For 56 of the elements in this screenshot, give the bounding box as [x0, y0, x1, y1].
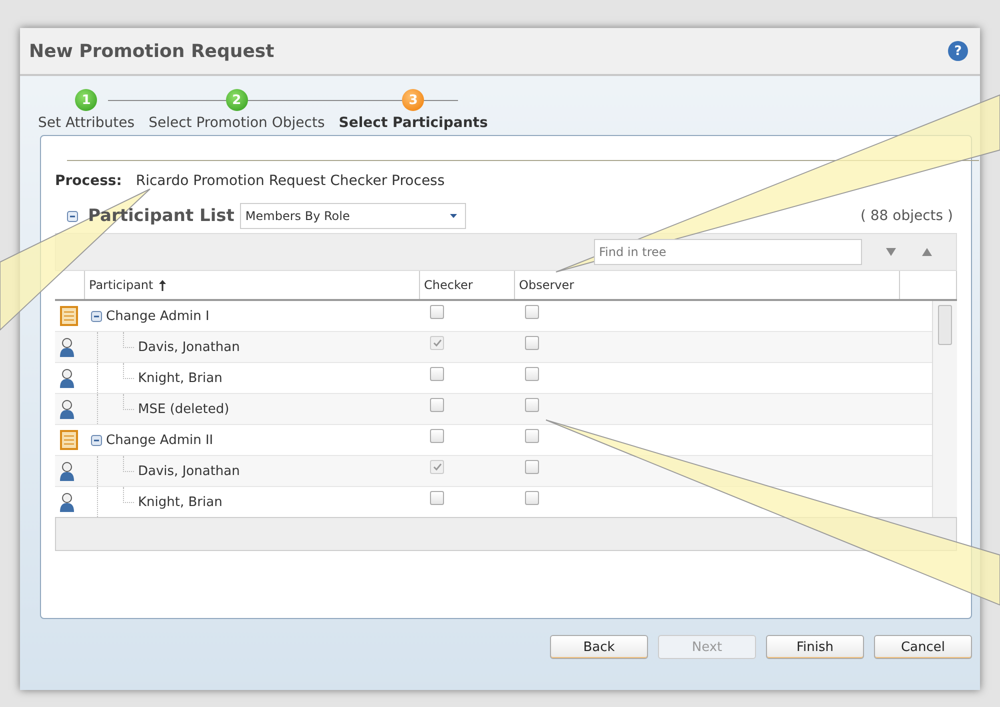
step-number: 3: [402, 89, 424, 111]
observer-checkbox[interactable]: [525, 336, 539, 350]
user-icon: [59, 368, 75, 388]
checker-checkbox[interactable]: [430, 367, 444, 381]
step-label[interactable]: Set Attributes: [38, 115, 135, 131]
role-icon: [59, 430, 79, 450]
checker-checkbox[interactable]: [430, 336, 444, 350]
wizard-button[interactable]: Cancel: [874, 635, 972, 659]
process-label: Process:: [55, 173, 122, 189]
step-number: 1: [75, 89, 98, 111]
role-icon: [59, 306, 79, 326]
observer-checkbox[interactable]: [525, 305, 539, 319]
participant-name[interactable]: Knight, Brian: [138, 370, 222, 386]
observer-checkbox[interactable]: [525, 367, 539, 381]
scrollbar-thumb[interactable]: [938, 305, 952, 345]
process-name: Ricardo Promotion Request Checker Process: [136, 173, 445, 189]
user-icon: [59, 461, 75, 481]
checker-checkbox[interactable]: [430, 491, 444, 505]
observer-checkbox[interactable]: [525, 460, 539, 474]
step-label[interactable]: Select Promotion Objects: [148, 115, 325, 131]
step-label[interactable]: Select Participants: [338, 115, 488, 131]
collapse-icon[interactable]: [67, 210, 78, 222]
participant-name[interactable]: Davis, Jonathan: [138, 464, 240, 478]
help-icon[interactable]: ?: [948, 41, 968, 61]
checkmark-icon: [432, 339, 442, 347]
column-header[interactable]: Checker: [420, 271, 515, 299]
column-header[interactable]: Participant: [85, 271, 420, 299]
wizard-button[interactable]: Back: [550, 635, 648, 659]
object-count: ( 88 objects ): [860, 208, 953, 224]
checker-checkbox[interactable]: [430, 398, 444, 412]
window-title: New Promotion Request: [29, 40, 274, 62]
observer-checkbox[interactable]: [525, 429, 539, 443]
participant-name[interactable]: MSE (deleted): [138, 402, 230, 416]
checker-checkbox[interactable]: [430, 460, 444, 474]
collapse-icon[interactable]: [91, 310, 102, 322]
scrollbar[interactable]: [932, 301, 957, 517]
up-icon[interactable]: [922, 248, 932, 256]
participant-name[interactable]: Change Admin I: [106, 308, 210, 324]
search-field[interactable]: Find in tree: [594, 239, 862, 265]
view-dropdown[interactable]: Members By Role: [240, 203, 466, 229]
observer-checkbox[interactable]: [525, 398, 539, 412]
checkmark-icon: [432, 463, 442, 471]
participant-name[interactable]: Davis, Jonathan: [138, 340, 240, 354]
down-icon[interactable]: [886, 248, 896, 256]
checker-checkbox[interactable]: [430, 429, 444, 443]
user-icon: [59, 492, 75, 512]
user-icon: [59, 399, 75, 419]
user-icon: [59, 337, 75, 357]
wizard-button[interactable]: Finish: [766, 635, 864, 659]
caret-icon: [450, 214, 458, 218]
step-number: 2: [226, 89, 248, 111]
participant-name[interactable]: Knight, Brian: [138, 494, 222, 510]
checker-checkbox[interactable]: [430, 305, 444, 319]
collapse-icon[interactable]: [91, 434, 102, 446]
observer-checkbox[interactable]: [525, 491, 539, 505]
participant-name[interactable]: Change Admin II: [106, 432, 214, 448]
